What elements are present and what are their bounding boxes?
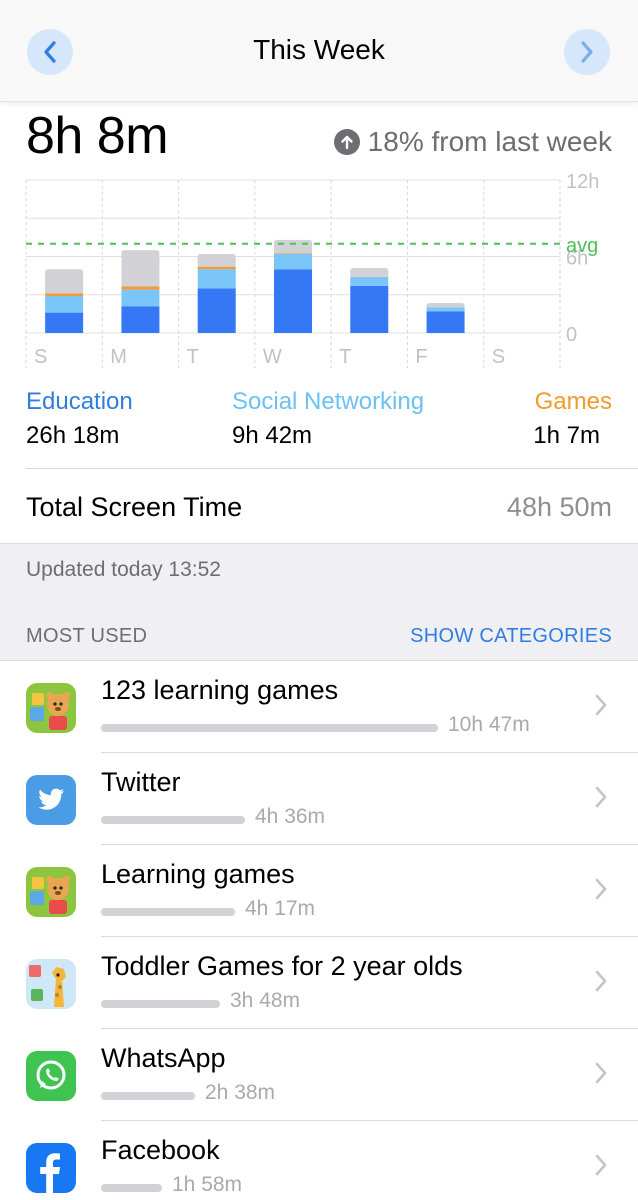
category-label: Education — [26, 388, 133, 415]
usage-bar — [101, 724, 438, 732]
bar-segment — [121, 286, 160, 290]
chevron-right-icon — [594, 693, 608, 722]
chevron-right-icon — [594, 877, 608, 906]
bar-segment — [197, 253, 236, 267]
app-usage-time: 1h 58m — [172, 1173, 243, 1196]
total-screen-time-row: Total Screen Time 48h 50m — [0, 470, 638, 543]
category-value: 26h 18m — [26, 422, 120, 449]
app-name: Twitter — [101, 767, 181, 797]
chevron-right-icon — [594, 785, 608, 814]
bar-segment — [121, 306, 160, 333]
forward-button[interactable] — [564, 29, 610, 75]
app-usage-row[interactable]: Toddler Games for 2 year olds 3h 48m — [0, 937, 638, 1029]
y-tick-label: 0 — [566, 324, 577, 346]
category-label: Games — [534, 388, 612, 415]
y-tick-label: 12h — [566, 171, 599, 193]
page-title: This Week — [253, 34, 385, 65]
bar-segment — [350, 285, 389, 333]
usage-bar — [101, 1184, 162, 1192]
bar-segment — [197, 288, 236, 333]
divider — [26, 468, 638, 469]
x-tick-label: T — [187, 346, 199, 368]
bar-segment — [274, 269, 312, 333]
usage-bar — [101, 816, 245, 824]
app-usage-time: 2h 38m — [205, 1081, 276, 1104]
bar-segment — [426, 307, 465, 312]
bar-segment — [426, 303, 465, 308]
bar-segment — [45, 293, 84, 297]
total-screen-time-label: Total Screen Time — [26, 492, 243, 522]
bar-segment — [274, 239, 312, 254]
show-categories-button[interactable]: SHOW CATEGORIES — [410, 625, 612, 648]
chevron-right-icon — [594, 1061, 608, 1090]
app-name: Toddler Games for 2 year olds — [101, 951, 463, 981]
bar-segment — [45, 269, 84, 294]
bar-segment — [45, 312, 84, 333]
bar-segment — [350, 276, 389, 286]
twitter-icon — [26, 775, 76, 825]
app-name: Facebook — [101, 1135, 220, 1165]
app-usage-row[interactable]: Facebook 1h 58m — [0, 1121, 638, 1200]
app-name: Learning games — [101, 859, 295, 889]
app-usage-time: 4h 17m — [245, 897, 316, 920]
bar-segment — [45, 296, 84, 313]
usage-bar — [101, 1000, 220, 1008]
bar-segment — [121, 289, 160, 307]
x-tick-label: T — [339, 346, 351, 368]
chevron-right-icon — [594, 969, 608, 998]
usage-bar — [101, 1092, 195, 1100]
bar-segment — [121, 250, 160, 287]
x-tick-label: S — [34, 346, 47, 368]
bar-segment — [274, 253, 312, 254]
updated-timestamp: Updated today 13:52 — [26, 558, 221, 581]
app-usage-time: 3h 48m — [230, 989, 301, 1012]
category-label: Social Networking — [232, 388, 425, 415]
x-tick-label: S — [492, 346, 505, 368]
x-tick-label: F — [415, 346, 427, 368]
chevron-right-icon — [594, 1153, 608, 1182]
total-screen-time-value: 48h 50m — [506, 492, 612, 522]
x-tick-label: M — [110, 346, 127, 368]
whatsapp-icon — [26, 1051, 76, 1101]
app-usage-row[interactable]: Learning games 4h 17m — [0, 845, 638, 937]
most-used-header: MOST USED — [26, 625, 148, 647]
chevron-right-icon — [581, 41, 593, 63]
app-usage-row[interactable]: 123 learning games 10h 47m — [0, 661, 638, 753]
giraffe-icon — [26, 959, 76, 1009]
category-value: 9h 42m — [232, 422, 313, 449]
learning-bear-icon — [26, 867, 76, 917]
bar-segment — [197, 266, 236, 270]
arrow-up-circle-icon — [333, 129, 360, 155]
usage-bar-chart: 12h6h0S M T W T F Savg — [25, 171, 599, 368]
app-usage-row[interactable]: WhatsApp 2h 38m — [0, 1029, 638, 1121]
learning-bear-icon — [26, 683, 76, 733]
bar-segment — [350, 267, 389, 277]
app-usage-time: 4h 36m — [255, 805, 326, 828]
category-value: 1h 7m — [533, 422, 600, 449]
app-usage-row[interactable]: Twitter 4h 36m — [0, 753, 638, 845]
bar-segment — [197, 269, 236, 289]
app-name: WhatsApp — [101, 1043, 226, 1073]
average-label: avg — [566, 235, 598, 257]
app-usage-time: 10h 47m — [448, 713, 530, 736]
weekly-change: 18% from last week — [333, 126, 612, 158]
usage-bar — [101, 908, 235, 916]
facebook-icon — [26, 1143, 76, 1193]
navigation-bar: This Week — [0, 0, 638, 102]
bar-segment — [274, 253, 312, 270]
x-tick-label: W — [263, 346, 282, 368]
weekly-average-time: 8h 8m — [26, 107, 169, 165]
weekly-change-text: 18% from last week — [367, 126, 612, 157]
bar-segment — [426, 311, 465, 333]
app-name: 123 learning games — [101, 675, 339, 705]
